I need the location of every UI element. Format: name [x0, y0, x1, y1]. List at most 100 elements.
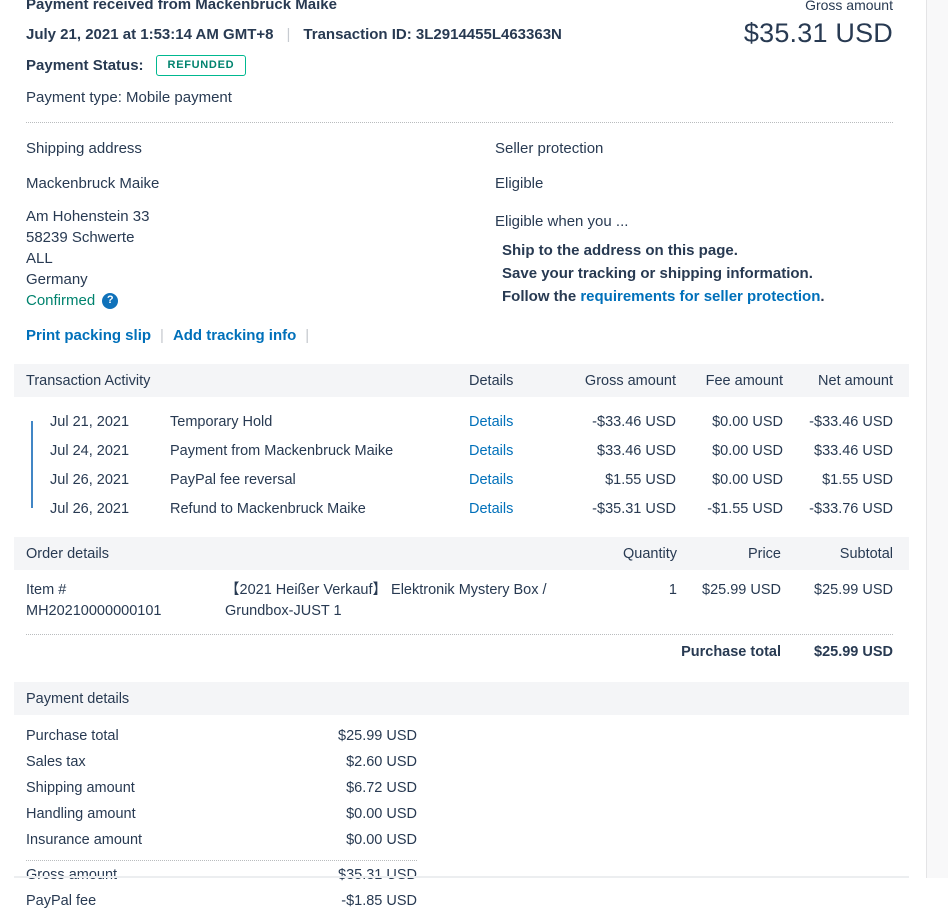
details-link[interactable]: Details [469, 414, 513, 430]
gross-amount-label: Gross amount [744, 0, 893, 13]
activity-description: PayPal fee reversal [170, 472, 469, 488]
shipping-address-block: Shipping address Mackenbruck Maike Am Ho… [26, 140, 495, 311]
confirmed-link[interactable]: Confirmed [26, 290, 95, 311]
help-icon[interactable]: ? [102, 293, 118, 309]
table-row: Jul 24, 2021 Payment from Mackenbruck Ma… [26, 436, 893, 465]
activity-fee: -$1.55 USD [676, 501, 783, 517]
payment-meta-row: July 21, 2021 at 1:53:14 AM GMT+8 | Tran… [26, 26, 562, 43]
activity-description: Refund to Mackenbruck Maike [170, 501, 469, 517]
transaction-activity-rows: Jul 21, 2021 Temporary Hold Details -$33… [14, 397, 909, 537]
payment-details-header: Payment details [14, 682, 909, 715]
payment-detail-label: Purchase total [26, 728, 119, 754]
payment-detail-label: Gross amount [26, 867, 117, 893]
print-packing-slip-link[interactable]: Print packing slip [26, 327, 151, 344]
seller-protection-block: Seller protection Eligible Eligible when… [495, 140, 893, 311]
activity-gross: $33.46 USD [555, 443, 676, 459]
item-number-value: MH20210000000101 [26, 601, 225, 622]
activity-net: -$33.76 USD [783, 501, 893, 517]
transaction-activity-title: Transaction Activity [26, 373, 469, 389]
payment-details-divider [26, 860, 417, 861]
condition-line-follow: Follow the requirements for seller prote… [502, 285, 893, 308]
purchase-total-row: Purchase total $25.99 USD [14, 635, 909, 672]
order-details-header: Order details Quantity Price Subtotal [14, 537, 909, 570]
activity-net: $1.55 USD [783, 472, 893, 488]
activity-net: $33.46 USD [783, 443, 893, 459]
action-separator: | [305, 327, 309, 344]
order-details-title: Order details [26, 546, 555, 562]
order-item-row: Item # MH20210000000101 【2021 Heißer Ver… [14, 570, 909, 630]
list-item: Purchase total $25.99 USD [26, 728, 417, 754]
details-link[interactable]: Details [469, 472, 513, 488]
column-header-fee: Fee amount [676, 373, 783, 389]
purchase-total-value: $25.99 USD [781, 644, 893, 660]
payment-detail-label: PayPal fee [26, 893, 96, 919]
activity-description: Temporary Hold [170, 414, 469, 430]
seller-protection-intro: Eligible when you ... [495, 213, 893, 230]
payment-detail-value: $6.72 USD [346, 780, 417, 806]
table-row: Jul 26, 2021 PayPal fee reversal Details… [26, 465, 893, 494]
payment-header: Payment received from Mackenbruck Maike … [14, 0, 909, 106]
details-link[interactable]: Details [469, 443, 513, 459]
payment-status-row: Payment Status: REFUNDED [26, 55, 562, 76]
gross-amount-summary: Gross amount $35.31 USD [744, 0, 893, 106]
activity-date: Jul 21, 2021 [50, 414, 170, 430]
table-row: Jul 21, 2021 Temporary Hold Details -$33… [26, 407, 893, 436]
activity-date: Jul 26, 2021 [50, 501, 170, 517]
item-number-label: Item # [26, 580, 225, 601]
seller-protection-requirements-link[interactable]: requirements for seller protection [580, 288, 820, 305]
payment-details-rows: Purchase total $25.99 USD Sales tax $2.6… [14, 715, 909, 919]
address-line: Germany [26, 269, 495, 290]
follow-prefix: Follow the [502, 288, 580, 305]
seller-protection-status: Eligible [495, 175, 893, 192]
activity-gross: $1.55 USD [555, 472, 676, 488]
address-lines: Am Hohenstein 33 58239 Schwerte ALL Germ… [26, 206, 495, 311]
address-line: ALL [26, 248, 495, 269]
column-header-net: Net amount [783, 373, 893, 389]
actions-row: Print packing slip | Add tracking info | [14, 327, 909, 344]
payment-status-label: Payment Status: [26, 57, 144, 74]
payment-detail-value: $25.99 USD [338, 728, 417, 754]
activity-fee: $0.00 USD [676, 414, 783, 430]
column-header-details: Details [469, 373, 555, 389]
payment-detail-label: Handling amount [26, 806, 136, 832]
payment-detail-value: -$1.85 USD [341, 893, 417, 919]
gross-amount-value: $35.31 USD [744, 18, 893, 49]
purchase-total-label: Purchase total [26, 644, 781, 660]
activity-fee: $0.00 USD [676, 443, 783, 459]
status-badge: REFUNDED [156, 55, 247, 76]
item-subtotal: $25.99 USD [781, 580, 893, 601]
shipping-address-heading: Shipping address [26, 140, 495, 157]
header-divider [26, 122, 893, 123]
scrollbar-track[interactable] [926, 0, 948, 878]
activity-date: Jul 24, 2021 [50, 443, 170, 459]
payment-type: Payment type: Mobile payment [26, 89, 562, 106]
payment-detail-value: $2.60 USD [346, 754, 417, 780]
transaction-details-page: Payment received from Mackenbruck Maike … [14, 0, 909, 919]
list-item: Sales tax $2.60 USD [26, 754, 417, 780]
payment-header-left: Payment received from Mackenbruck Maike … [26, 0, 562, 106]
recipient-name: Mackenbruck Maike [26, 175, 495, 192]
activity-fee: $0.00 USD [676, 472, 783, 488]
payment-detail-value: $0.00 USD [346, 806, 417, 832]
condition-line: Ship to the address on this page. [502, 239, 893, 262]
payment-detail-value: $35.31 USD [338, 867, 417, 893]
list-item: Handling amount $0.00 USD [26, 806, 417, 832]
item-price: $25.99 USD [677, 580, 781, 601]
payment-details-title: Payment details [26, 691, 893, 707]
item-quantity: 1 [555, 580, 677, 601]
payment-detail-label: Shipping amount [26, 780, 135, 806]
details-link[interactable]: Details [469, 501, 513, 517]
list-item: Gross amount $35.31 USD [26, 867, 417, 893]
action-separator: | [160, 327, 164, 344]
meta-separator: | [286, 26, 290, 43]
table-row: Jul 26, 2021 Refund to Mackenbruck Maike… [26, 494, 893, 523]
page-title: Payment received from Mackenbruck Maike [26, 0, 562, 13]
list-item: PayPal fee -$1.85 USD [26, 893, 417, 919]
address-protection-section: Shipping address Mackenbruck Maike Am Ho… [14, 140, 909, 311]
activity-gross: -$35.31 USD [555, 501, 676, 517]
list-item: Insurance amount $0.00 USD [26, 832, 417, 858]
add-tracking-info-link[interactable]: Add tracking info [173, 327, 296, 344]
column-header-gross: Gross amount [555, 373, 676, 389]
address-line: 58239 Schwerte [26, 227, 495, 248]
transaction-id: Transaction ID: 3L2914455L463363N [303, 26, 561, 43]
